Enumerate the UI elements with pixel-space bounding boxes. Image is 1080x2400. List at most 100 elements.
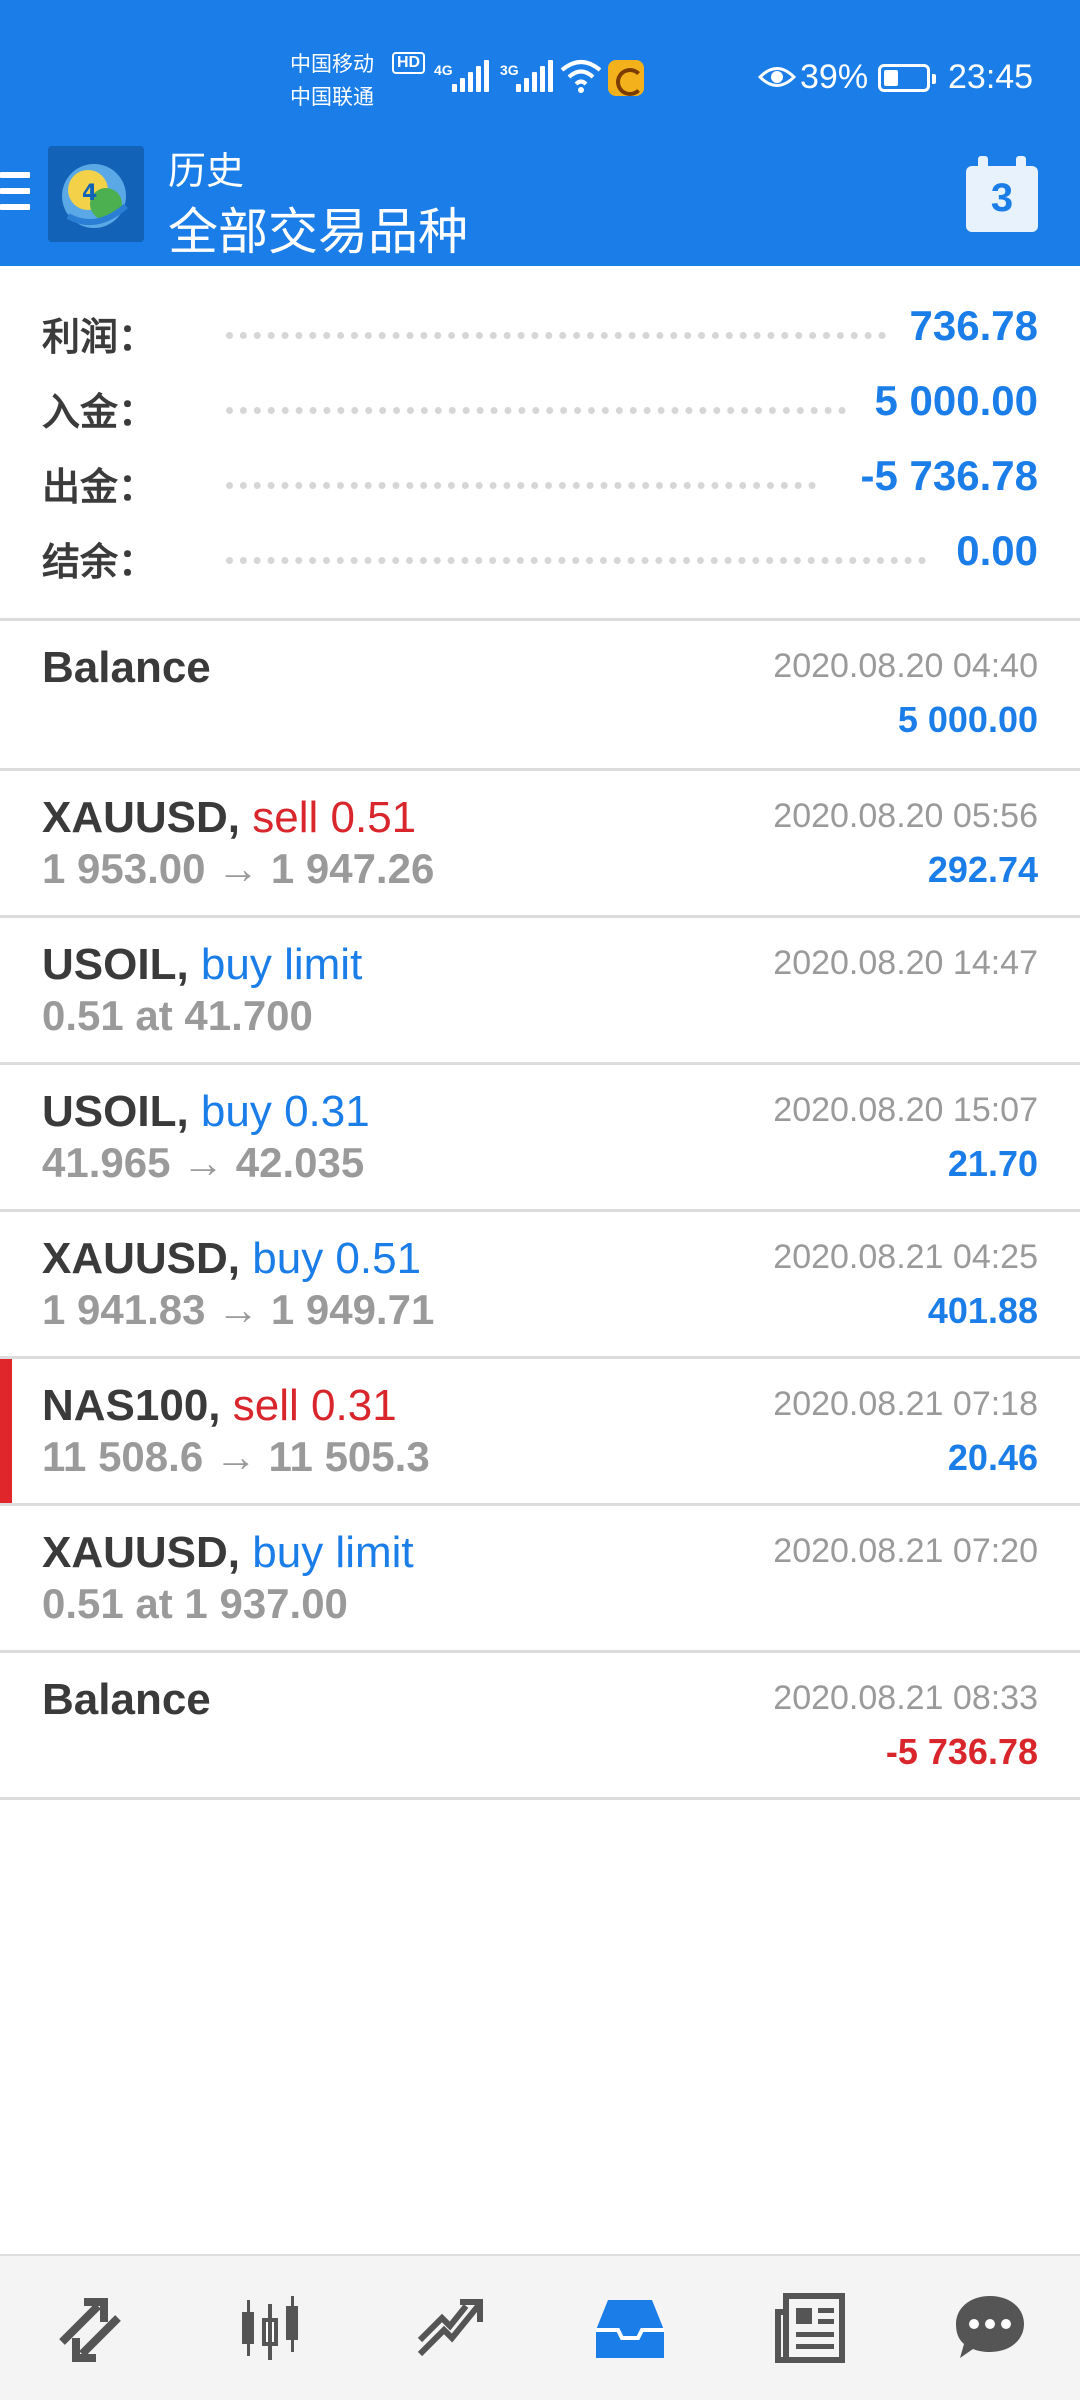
row-symbol: USOIL,	[42, 940, 189, 989]
nav-quotes[interactable]	[0, 2256, 180, 2400]
row-symbol: Balance	[42, 1675, 211, 1724]
metatrader-logo-icon[interactable]: 4	[48, 146, 144, 242]
deposit-value: 5 000.00	[874, 377, 1039, 424]
nav-news[interactable]	[720, 2256, 900, 2400]
trade-icon	[417, 2299, 483, 2357]
row-title: XAUUSD, buy limit	[42, 1528, 414, 1578]
history-row[interactable]: XAUUSD, sell 0.51 1 953.00 → 1 947.26 20…	[0, 771, 1080, 918]
history-row[interactable]: USOIL, buy 0.31 41.965 → 42.035 2020.08.…	[0, 1065, 1080, 1212]
calendar-button[interactable]: 3	[966, 156, 1038, 232]
row-detail: 41.965 → 42.035	[42, 1139, 365, 1186]
dot-leader	[226, 332, 886, 339]
row-symbol: USOIL,	[42, 1087, 189, 1136]
notification-app-icon	[608, 60, 644, 96]
wifi-icon	[560, 60, 602, 93]
row-action: buy limit	[200, 940, 363, 989]
row-amount: 21.70	[947, 1143, 1038, 1184]
history-row[interactable]: USOIL, buy limit 0.51 at 41.700 2020.08.…	[0, 918, 1080, 1065]
menu-icon[interactable]	[0, 170, 30, 214]
dot-leader	[226, 407, 846, 414]
clock: 23:45	[948, 58, 1034, 96]
calendar-ring	[978, 156, 988, 174]
network-type-1: 4G	[434, 62, 453, 78]
row-date: 2020.08.20 15:07	[773, 1091, 1038, 1129]
history-row[interactable]: XAUUSD, buy limit 0.51 at 1 937.00 2020.…	[0, 1506, 1080, 1653]
page-subtitle: 历史	[168, 151, 245, 193]
summary-withdrawal: 出金： -5 736.78	[0, 446, 1080, 521]
signal-icon	[516, 60, 553, 92]
row-action: sell 0.51	[252, 793, 417, 842]
battery-icon	[878, 64, 936, 92]
row-detail: 11 508.6 → 11 505.3	[42, 1433, 430, 1480]
row-amount: 401.88	[927, 1290, 1038, 1331]
profit-label: 利润：	[42, 317, 157, 359]
row-symbol: XAUUSD,	[42, 793, 241, 842]
svg-text:4: 4	[82, 181, 97, 206]
history-row[interactable]: Balance 2020.08.21 08:33 -5 736.78	[0, 1653, 1080, 1800]
chart-icon	[242, 2296, 298, 2360]
summary-deposit: 入金： 5 000.00	[0, 371, 1080, 446]
row-title: NAS100, sell 0.31	[42, 1381, 397, 1431]
row-title: XAUUSD, sell 0.51	[42, 793, 416, 843]
nav-trade[interactable]	[360, 2256, 540, 2400]
row-amount: 20.46	[947, 1437, 1038, 1478]
nav-messages[interactable]	[900, 2256, 1080, 2400]
row-detail: 0.51 at 41.700	[42, 992, 313, 1039]
nav-chart[interactable]	[180, 2256, 360, 2400]
row-title: USOIL, buy limit	[42, 940, 362, 990]
row-date: 2020.08.21 08:33	[773, 1679, 1038, 1717]
row-title: USOIL, buy 0.31	[42, 1087, 370, 1137]
balance-label: 结余：	[42, 542, 157, 584]
history-row[interactable]: Balance 2020.08.20 04:40 5 000.00	[0, 621, 1080, 768]
row-action: sell 0.31	[232, 1381, 397, 1430]
row-date: 2020.08.20 04:40	[773, 647, 1038, 685]
carrier-1: 中国移动	[290, 53, 374, 76]
row-detail: 0.51 at 1 937.00	[42, 1580, 348, 1627]
row-detail: 1 953.00 → 1 947.26	[42, 845, 435, 892]
row-action: buy 0.31	[200, 1087, 370, 1136]
summary-panel: 利润： 736.78 入金： 5 000.00 出金： -5 736.78 结余…	[0, 266, 1080, 620]
selection-marker	[0, 1359, 12, 1504]
history-icon	[596, 2300, 664, 2358]
divider	[0, 1797, 1080, 1800]
row-symbol: NAS100,	[42, 1381, 221, 1430]
history-row[interactable]: XAUUSD, buy 0.51 1 941.83 → 1 949.71 202…	[0, 1212, 1080, 1359]
row-detail: 1 941.83 → 1 949.71	[42, 1286, 435, 1333]
row-action: buy limit	[252, 1528, 414, 1577]
row-date: 2020.08.21 07:18	[773, 1385, 1038, 1423]
withdrawal-value: -5 736.78	[860, 452, 1038, 499]
profit-value: 736.78	[909, 302, 1038, 349]
row-amount: 5 000.00	[897, 699, 1038, 740]
dot-leader	[226, 557, 926, 564]
carrier-2: 中国联通	[290, 86, 374, 109]
row-symbol: XAUUSD,	[42, 1528, 241, 1577]
row-symbol: XAUUSD,	[42, 1234, 241, 1283]
calendar-day: 3	[990, 176, 1014, 220]
nav-history[interactable]	[540, 2256, 720, 2400]
battery-percent: 39%	[800, 58, 869, 96]
signal-icon	[452, 60, 489, 92]
summary-balance: 结余： 0.00	[0, 521, 1080, 596]
app-header: 中国移动 中国联通 HD 4G 3G 39% 23:45 4 历史 全部交易品种…	[0, 0, 1080, 266]
deposit-label: 入金：	[42, 392, 157, 434]
row-date: 2020.08.20 14:47	[773, 944, 1038, 982]
messages-icon	[956, 2296, 1024, 2358]
withdrawal-label: 出金：	[42, 467, 157, 509]
row-amount: 292.74	[927, 849, 1038, 890]
row-amount: -5 736.78	[885, 1731, 1038, 1772]
quotes-icon	[59, 2298, 121, 2362]
bottom-navigation	[0, 2254, 1080, 2400]
calendar-ring	[1016, 156, 1026, 174]
row-action: buy 0.51	[252, 1234, 422, 1283]
row-date: 2020.08.20 05:56	[773, 797, 1038, 835]
history-row[interactable]: NAS100, sell 0.31 11 508.6 → 11 505.3 20…	[0, 1359, 1080, 1506]
row-date: 2020.08.21 04:25	[773, 1238, 1038, 1276]
row-symbol: Balance	[42, 643, 211, 692]
balance-value: 0.00	[956, 527, 1038, 574]
carrier-labels: 中国移动 中国联通	[290, 48, 374, 114]
eye-comfort-icon	[758, 67, 796, 87]
hd-badge: HD	[392, 52, 426, 74]
page-title[interactable]: 全部交易品种	[168, 192, 468, 264]
status-bar: 中国移动 中国联通 HD 4G 3G 39% 23:45	[0, 0, 1080, 130]
row-date: 2020.08.21 07:20	[773, 1532, 1038, 1570]
